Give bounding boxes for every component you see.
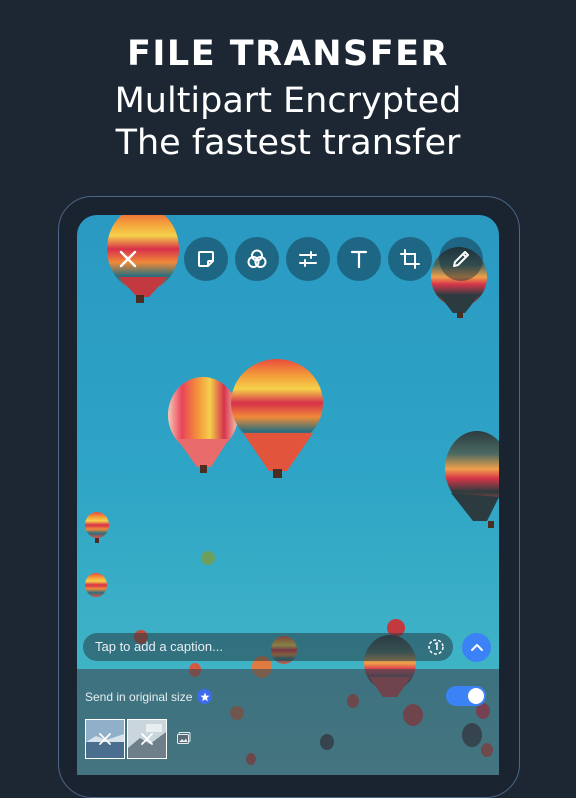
- editor-toolbar: [77, 237, 499, 281]
- caption-placeholder: Tap to add a caption...: [95, 639, 223, 654]
- sticker-icon: [198, 251, 214, 267]
- adjust-icon: [299, 251, 317, 267]
- remove-attachment-button[interactable]: [128, 720, 166, 758]
- caption-input[interactable]: Tap to add a caption...: [83, 633, 453, 661]
- promo-headline: FILE TRANSFER Multipart Encrypted The fa…: [0, 34, 576, 164]
- close-icon: [119, 250, 137, 268]
- close-icon: [99, 733, 111, 745]
- draw-button[interactable]: [439, 237, 483, 281]
- sticker-button[interactable]: [184, 237, 228, 281]
- chevron-up-icon: [470, 643, 483, 651]
- crop-button[interactable]: [388, 237, 432, 281]
- send-original-size-row: Send in original size: [85, 689, 213, 704]
- attachment-thumbnail[interactable]: [85, 719, 125, 759]
- text-icon: [350, 250, 368, 269]
- filters-icon: [247, 249, 267, 268]
- promo-line-2: The fastest transfer: [115, 123, 461, 163]
- send-options-panel: Send in original size: [77, 669, 499, 775]
- draw-icon: [453, 251, 469, 267]
- remove-attachment-button[interactable]: [86, 720, 124, 758]
- crop-icon: [400, 249, 420, 269]
- premium-star-icon: [197, 689, 213, 704]
- promo-line-1: Multipart Encrypted: [114, 81, 462, 121]
- promo-title: FILE TRANSFER: [126, 34, 449, 74]
- text-button[interactable]: [337, 237, 381, 281]
- toggle-knob: [468, 688, 484, 704]
- close-icon: [141, 733, 153, 745]
- adjust-button[interactable]: [286, 237, 330, 281]
- close-button[interactable]: [106, 237, 150, 281]
- send-original-size-label: Send in original size: [85, 689, 193, 704]
- add-from-gallery-icon[interactable]: [177, 732, 191, 744]
- filters-button[interactable]: [235, 237, 279, 281]
- send-button[interactable]: [462, 633, 491, 662]
- attachment-thumbnail[interactable]: [127, 719, 167, 759]
- self-destruct-timer-icon[interactable]: [427, 638, 445, 656]
- photo-editor-screen: Tap to add a caption... Send in original…: [77, 215, 499, 775]
- send-original-size-toggle[interactable]: [446, 686, 486, 706]
